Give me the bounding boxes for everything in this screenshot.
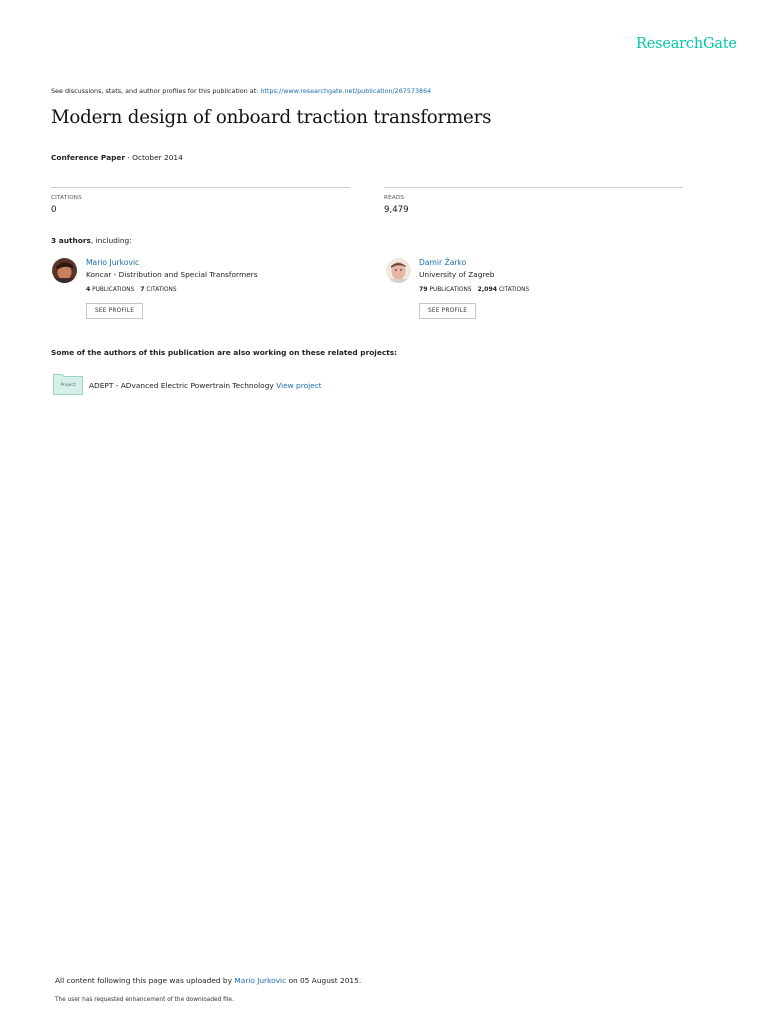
publication-date: October 2014 xyxy=(132,153,183,162)
publication-meta: Conference Paper · October 2014 xyxy=(51,153,183,162)
view-project-link[interactable]: View project xyxy=(276,381,322,390)
uploader-link[interactable]: Mario Jurkovic xyxy=(234,976,286,985)
upload-prefix: All content following this page was uplo… xyxy=(55,976,235,985)
author-avatar[interactable] xyxy=(52,258,77,283)
reads-divider xyxy=(384,187,683,188)
researchgate-logo[interactable]: ResearchGate xyxy=(636,36,737,52)
author-citations-label: CITATIONS xyxy=(146,287,177,293)
author-publications-label: PUBLICATIONS xyxy=(429,287,472,293)
enhancement-note: The user has requested enhancement of th… xyxy=(55,997,234,1003)
author-publications-count: 79 xyxy=(419,286,428,293)
author-stats: 4 PUBLICATIONS 7 CITATIONS xyxy=(86,286,177,293)
publication-title: Modern design of onboard traction transf… xyxy=(51,107,492,128)
author-avatar[interactable] xyxy=(386,258,411,283)
citations-label: CITATIONS xyxy=(51,195,82,201)
author-name-link[interactable]: Damir Žarko xyxy=(419,258,466,267)
authors-suffix: , including: xyxy=(90,236,132,245)
authors-count-line: 3 authors, including: xyxy=(51,236,132,245)
author-photo-damir xyxy=(386,258,411,283)
upload-info: All content following this page was uplo… xyxy=(55,976,361,985)
upload-suffix: on 05 August 2015. xyxy=(286,976,362,985)
project-thumb-label: Project xyxy=(60,383,76,388)
see-profile-button[interactable]: SEE PROFILE xyxy=(419,303,477,319)
reads-value: 9,479 xyxy=(384,205,409,215)
author-photo-mario xyxy=(52,258,77,283)
related-projects-heading: Some of the authors of this publication … xyxy=(51,348,398,357)
project-name: ADEPT - ADvanced Electric Powertrain Tec… xyxy=(89,381,274,390)
author-affiliation: University of Zagreb xyxy=(419,270,495,279)
author-citations-label: CITATIONS xyxy=(498,287,530,293)
author-citations-count: 7 xyxy=(140,286,145,293)
author-name-link[interactable]: Mario Jurkovic xyxy=(86,258,139,267)
project-line: ADEPT - ADvanced Electric Powertrain Tec… xyxy=(89,381,322,390)
reads-label: READS xyxy=(384,195,405,201)
author-publications-count: 4 xyxy=(86,286,91,293)
citations-divider xyxy=(51,187,350,188)
discussion-prefix: See discussions, stats, and author profi… xyxy=(51,87,261,95)
publication-url-link[interactable]: https://www.researchgate.net/publication… xyxy=(260,87,431,95)
discussion-line: See discussions, stats, and author profi… xyxy=(51,87,431,95)
author-publications-label: PUBLICATIONS xyxy=(92,287,135,293)
author-affiliation: Koncar - Distribution and Special Transf… xyxy=(86,270,258,279)
project-folder-icon[interactable]: Project xyxy=(53,373,83,395)
publication-type: Conference Paper xyxy=(51,153,126,162)
author-stats: 79 PUBLICATIONS 2,094 CITATIONS xyxy=(419,286,529,293)
authors-count: 3 authors xyxy=(51,236,91,245)
see-profile-button[interactable]: SEE PROFILE xyxy=(86,303,144,319)
citations-value: 0 xyxy=(51,205,57,215)
author-citations-count: 2,094 xyxy=(477,286,498,293)
